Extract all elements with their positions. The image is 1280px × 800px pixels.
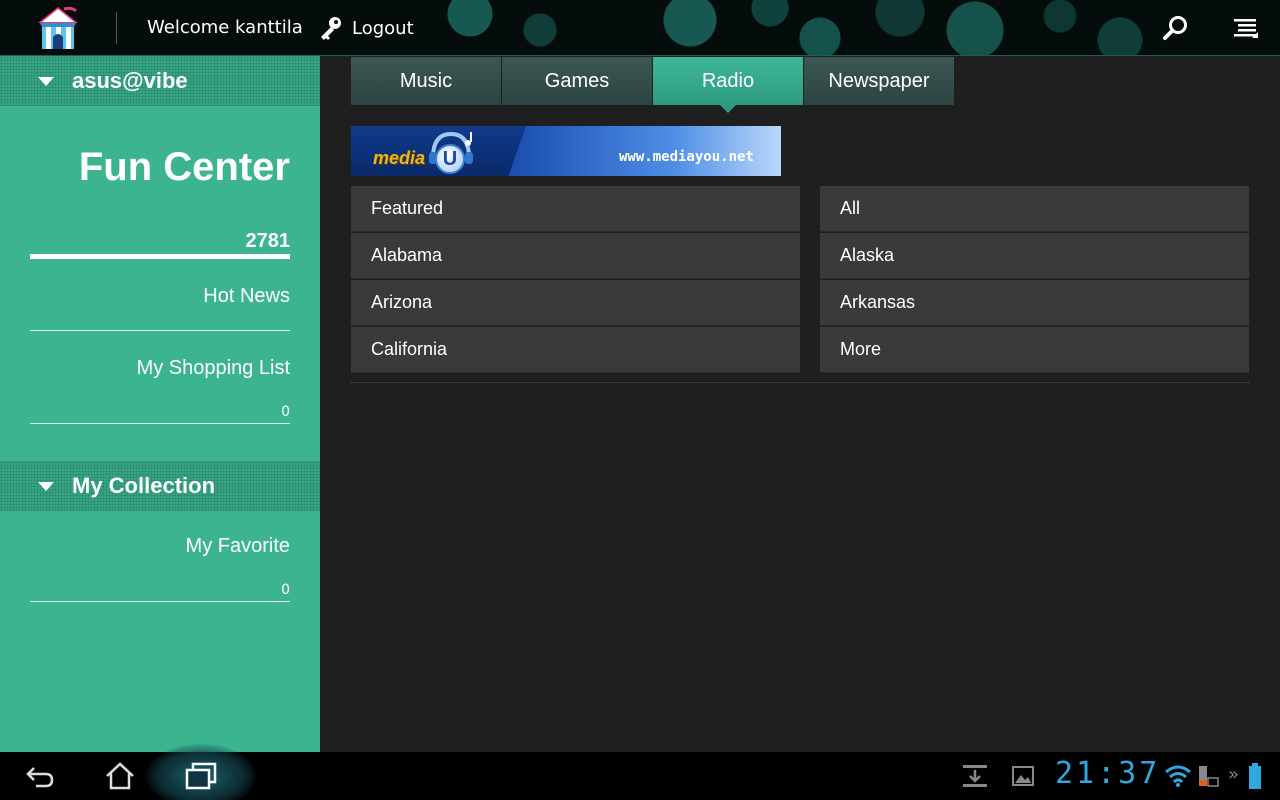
list-item-california[interactable]: California <box>351 327 800 373</box>
gallery-icon[interactable] <box>1012 766 1034 786</box>
welcome-text: Welcome kanttila <box>147 17 303 38</box>
banner-brand: media <box>373 148 426 168</box>
banner-url: www.mediayou.net <box>619 149 754 165</box>
sidebar: asus@vibe Fun Center 2781 Hot News My Sh… <box>0 56 320 752</box>
divider <box>30 423 290 424</box>
list-row: Alabama Alaska <box>351 233 1249 280</box>
sidebar-item-hot-news[interactable]: Hot News <box>30 285 290 308</box>
page-title: Fun Center <box>78 145 290 189</box>
list-item-featured[interactable]: Featured <box>351 186 800 232</box>
tab-games[interactable]: Games <box>502 57 652 105</box>
category-tabs: Music Games Radio Newspaper <box>351 57 955 113</box>
chevron-right-icon: » <box>1228 764 1240 785</box>
sidebar-item-shopping-list[interactable]: My Shopping List <box>30 357 290 380</box>
list-item-arizona[interactable]: Arizona <box>351 280 800 326</box>
divider <box>30 330 290 331</box>
key-icon <box>321 17 341 40</box>
list-item-all[interactable]: All <box>820 186 1249 232</box>
favorite-count: 0 <box>281 582 290 598</box>
menu-list-icon[interactable] <box>1232 16 1260 42</box>
top-bar: Welcome kanttila Logout <box>0 0 1280 56</box>
tab-newspaper[interactable]: Newspaper <box>804 57 954 105</box>
collapse-triangle-icon <box>38 481 54 491</box>
battery-icon <box>1249 763 1261 789</box>
header-divider <box>116 12 117 44</box>
fun-center-underline <box>30 254 290 259</box>
recent-apps-icon[interactable] <box>184 762 218 790</box>
mediayou-banner[interactable]: media U www.mediayou.net <box>351 126 781 176</box>
main-content: Music Games Radio Newspaper media U www.… <box>320 56 1280 752</box>
tab-music[interactable]: Music <box>351 57 501 105</box>
divider <box>30 601 290 602</box>
collection-section-header[interactable]: My Collection <box>0 461 320 511</box>
list-row: Arizona Arkansas <box>351 280 1249 327</box>
home-icon[interactable] <box>104 760 136 792</box>
logout-label: Logout <box>352 17 414 39</box>
carnival-tent-icon[interactable] <box>34 5 82 51</box>
keyboard-dock-icon <box>1199 766 1219 787</box>
account-section-header[interactable]: asus@vibe <box>0 56 320 106</box>
tab-radio[interactable]: Radio <box>653 57 803 113</box>
system-navigation-bar: 21:37 » <box>0 744 1280 800</box>
list-item-alabama[interactable]: Alabama <box>351 233 800 279</box>
logout-button[interactable]: Logout <box>318 14 414 42</box>
account-name: asus@vibe <box>72 68 188 93</box>
list-item-alaska[interactable]: Alaska <box>820 233 1249 279</box>
collection-header-label: My Collection <box>72 473 216 498</box>
collapse-triangle-icon <box>38 76 54 86</box>
region-list: Featured All Alabama Alaska Arizona Arka… <box>351 186 1249 374</box>
list-row: Featured All <box>351 186 1249 233</box>
list-row: California More <box>351 327 1249 374</box>
system-clock: 21:37 <box>1055 756 1161 791</box>
list-bottom-divider <box>351 382 1249 383</box>
search-icon[interactable] <box>1162 14 1190 42</box>
shopping-list-count: 0 <box>281 404 290 420</box>
list-item-arkansas[interactable]: Arkansas <box>820 280 1249 326</box>
back-icon[interactable] <box>24 762 56 790</box>
list-item-more[interactable]: More <box>820 327 1249 373</box>
fun-center-count: 2781 <box>245 230 291 252</box>
sidebar-item-my-favorite[interactable]: My Favorite <box>30 535 290 558</box>
wifi-icon <box>1165 765 1191 787</box>
banner-brand-letter: U <box>435 144 465 174</box>
download-icon[interactable] <box>962 764 988 788</box>
